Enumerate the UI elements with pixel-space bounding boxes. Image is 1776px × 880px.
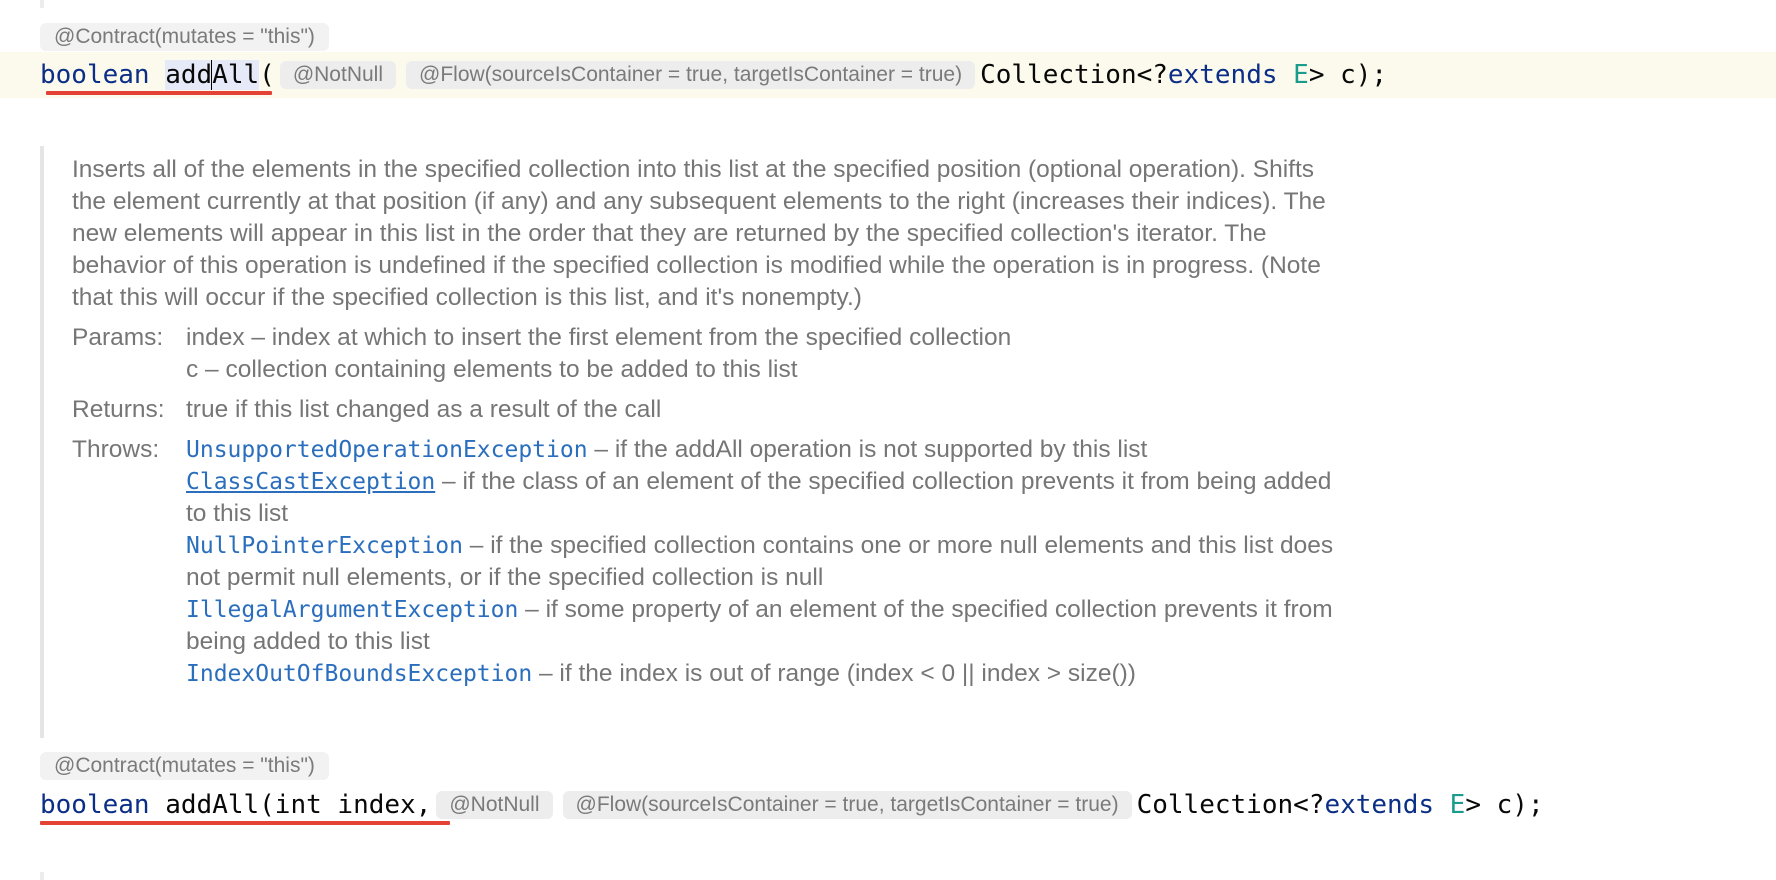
error-underline xyxy=(46,91,272,95)
throws-item: IllegalArgumentException – if some prope… xyxy=(186,596,1333,655)
method-name-part: add xyxy=(165,60,213,90)
param-item: index – index at which to insert the fir… xyxy=(186,324,1012,351)
method-signature: addAll(int index, xyxy=(165,790,432,820)
returns-label: Returns: xyxy=(72,396,165,423)
throws-item: ClassCastException – if the class of an … xyxy=(186,468,1332,527)
exception-link[interactable]: IndexOutOfBoundsException xyxy=(186,661,532,687)
exception-link[interactable]: IllegalArgumentException xyxy=(186,597,518,623)
previous-doc-border xyxy=(40,0,44,8)
params-label: Params: xyxy=(72,324,164,351)
method-name-part: All xyxy=(212,60,260,90)
throws-item: NullPointerException – if the specified … xyxy=(186,532,1334,591)
exception-link[interactable]: ClassCastException xyxy=(186,469,435,495)
contract-inlay-hint[interactable]: @Contract(mutates = "this") xyxy=(40,23,329,51)
next-doc-border xyxy=(40,872,44,880)
return-type: boolean xyxy=(40,60,150,90)
param-item: c – collection containing elements to be… xyxy=(186,356,798,383)
throws-item: UnsupportedOperationException – if the a… xyxy=(186,436,1148,463)
params-section: Params: index – index at which to insert… xyxy=(72,322,1352,386)
throws-label: Throws: xyxy=(72,436,160,463)
return-type: boolean xyxy=(40,790,150,820)
exception-link[interactable]: NullPointerException xyxy=(186,533,463,559)
error-underline xyxy=(40,821,450,825)
param-type: Collection<? xyxy=(1136,790,1325,820)
javadoc-rendered-block: Inserts all of the elements in the speci… xyxy=(40,146,1344,738)
throws-item: IndexOutOfBoundsException – if the index… xyxy=(186,660,1136,687)
param-type: Collection<? xyxy=(980,60,1168,90)
throws-section: Throws: UnsupportedOperationException – … xyxy=(72,434,1352,690)
exception-link[interactable]: UnsupportedOperationException xyxy=(186,437,588,463)
notnull-inlay-hint[interactable]: @NotNull xyxy=(279,61,397,89)
contract-inlay-hint[interactable]: @Contract(mutates = "this") xyxy=(40,752,329,780)
doc-description: Inserts all of the elements in the speci… xyxy=(72,156,1326,311)
notnull-inlay-hint[interactable]: @NotNull xyxy=(436,791,553,819)
flow-inlay-hint[interactable]: @Flow(sourceIsContainer = true, targetIs… xyxy=(406,61,976,89)
flow-inlay-hint[interactable]: @Flow(sourceIsContainer = true, targetIs… xyxy=(562,791,1132,819)
returns-text: true if this list changed as a result of… xyxy=(186,396,662,423)
returns-section: Returns: true if this list changed as a … xyxy=(72,394,1352,426)
